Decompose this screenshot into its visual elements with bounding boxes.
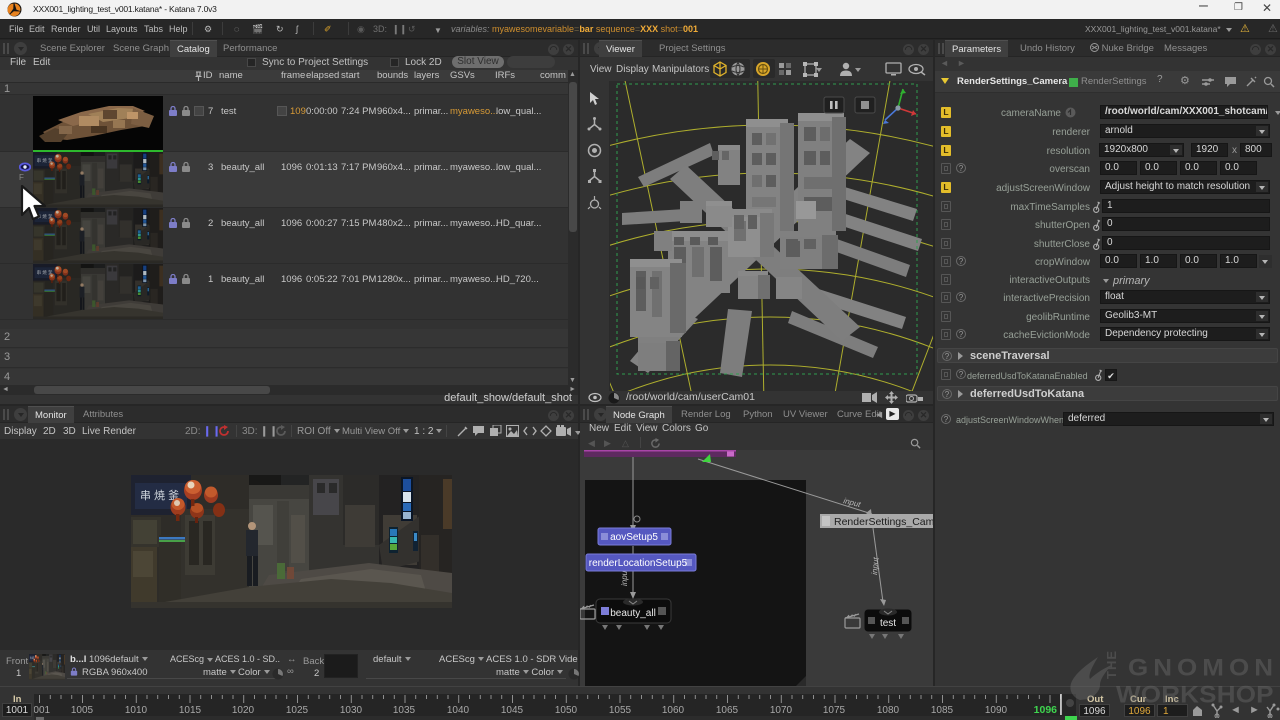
svg-text:1085: 1085 bbox=[931, 705, 954, 716]
svg-text:1065: 1065 bbox=[716, 705, 739, 716]
svg-text:1025: 1025 bbox=[286, 705, 309, 716]
svg-text:1030: 1030 bbox=[340, 705, 363, 716]
svg-text:beauty_all: beauty_all bbox=[610, 608, 656, 619]
svg-text:1005: 1005 bbox=[71, 705, 94, 716]
svg-text:1090: 1090 bbox=[985, 705, 1008, 716]
svg-text:F: F bbox=[19, 173, 24, 182]
svg-text:1070: 1070 bbox=[770, 705, 793, 716]
svg-text:1020: 1020 bbox=[232, 705, 255, 716]
svg-text:test: test bbox=[880, 618, 896, 629]
svg-text:aovSetup5: aovSetup5 bbox=[610, 532, 658, 543]
svg-text:input: input bbox=[870, 556, 881, 575]
svg-text:1060: 1060 bbox=[662, 705, 685, 716]
svg-text:RenderSettings_Came: RenderSettings_Came bbox=[834, 516, 933, 528]
svg-text:1015: 1015 bbox=[179, 705, 202, 716]
svg-text:input: input bbox=[843, 496, 863, 509]
svg-text:1035: 1035 bbox=[393, 705, 416, 716]
svg-text:1055: 1055 bbox=[609, 705, 632, 716]
svg-text:1045: 1045 bbox=[501, 705, 524, 716]
svg-text:renderLocationSetup5: renderLocationSetup5 bbox=[589, 558, 688, 569]
svg-text:1001: 1001 bbox=[34, 705, 51, 716]
svg-text:1080: 1080 bbox=[877, 705, 900, 716]
svg-text:1096: 1096 bbox=[1034, 704, 1058, 716]
svg-text:1075: 1075 bbox=[823, 705, 846, 716]
svg-text:1050: 1050 bbox=[555, 705, 578, 716]
svg-text:1010: 1010 bbox=[125, 705, 148, 716]
svg-text:1040: 1040 bbox=[447, 705, 470, 716]
